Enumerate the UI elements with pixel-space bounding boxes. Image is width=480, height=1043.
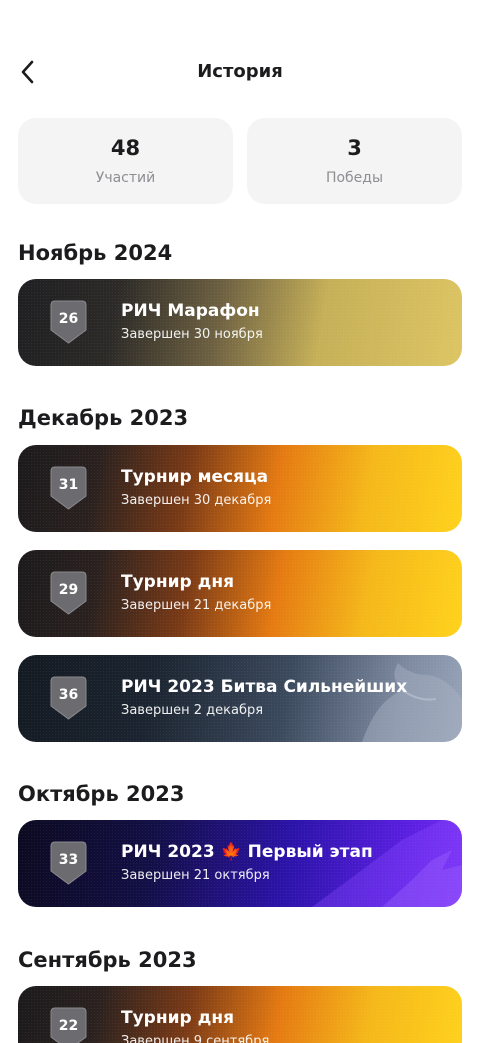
- card-subtitle: Завершен 2 декабря: [121, 703, 264, 718]
- badge-number: 29: [58, 582, 79, 598]
- card-title: РИЧ 2023 Битва Сильнейших: [121, 677, 408, 697]
- tournament-card[interactable]: 22 Турнир дня Завершен 9 сентября: [18, 986, 462, 1043]
- place-badge: 33: [50, 841, 87, 885]
- tournament-card[interactable]: 33 РИЧ 2023 🍁 Первый этап Завершен 21 ок…: [18, 820, 462, 907]
- stat-participations: 48 Участий: [18, 118, 233, 204]
- stats-row: 48 Участий 3 Победы: [18, 118, 462, 204]
- card-subtitle: Завершен 21 декабря: [121, 598, 272, 613]
- section-title: Декабрь 2023: [18, 406, 189, 430]
- place-badge: 29: [50, 571, 87, 615]
- tournament-card[interactable]: 36 РИЧ 2023 Битва Сильнейших Завершен 2 …: [18, 655, 462, 742]
- tournament-card[interactable]: 26 РИЧ Марафон Завершен 30 ноября: [18, 279, 462, 366]
- stat-value: 48: [110, 135, 141, 160]
- badge-number: 36: [58, 687, 79, 703]
- tournament-card[interactable]: 31 Турнир месяца Завершен 30 декабря: [18, 445, 462, 532]
- history-screen: История 48 Участий 3 Победы Ноябрь 2024 …: [0, 0, 480, 1043]
- card-subtitle: Завершен 30 ноября: [121, 327, 263, 342]
- place-badge: 22: [50, 1007, 87, 1043]
- stat-value: 3: [347, 135, 362, 160]
- card-title: Турнир дня: [121, 572, 234, 592]
- badge-number: 26: [58, 311, 79, 327]
- wing-silhouette-decoration: [312, 820, 462, 907]
- badge-number: 22: [58, 1018, 79, 1034]
- stat-label: Победы: [325, 169, 384, 186]
- header: История: [0, 50, 480, 94]
- card-title: Турнир дня: [121, 1008, 234, 1028]
- card-subtitle: Завершен 9 сентября: [121, 1034, 270, 1043]
- card-subtitle: Завершен 30 декабря: [121, 493, 272, 508]
- tournament-card[interactable]: 29 Турнир дня Завершен 21 декабря: [18, 550, 462, 637]
- badge-number: 33: [58, 852, 79, 868]
- card-title: РИЧ Марафон: [121, 301, 260, 321]
- card-subtitle: Завершен 21 октября: [121, 868, 270, 883]
- badge-number: 31: [58, 477, 79, 493]
- place-badge: 26: [50, 300, 87, 344]
- section-title: Октябрь 2023: [18, 782, 185, 806]
- card-title: Турнир месяца: [121, 467, 269, 487]
- card-title: РИЧ 2023 🍁 Первый этап: [121, 842, 373, 862]
- stat-label: Участий: [95, 169, 156, 186]
- section-title: Сентябрь 2023: [18, 948, 197, 972]
- place-badge: 31: [50, 466, 87, 510]
- stat-wins: 3 Победы: [247, 118, 462, 204]
- page-title: История: [197, 61, 283, 82]
- section-title: Ноябрь 2024: [18, 241, 173, 265]
- horse-silhouette-decoration: [362, 663, 462, 742]
- place-badge: 36: [50, 676, 87, 720]
